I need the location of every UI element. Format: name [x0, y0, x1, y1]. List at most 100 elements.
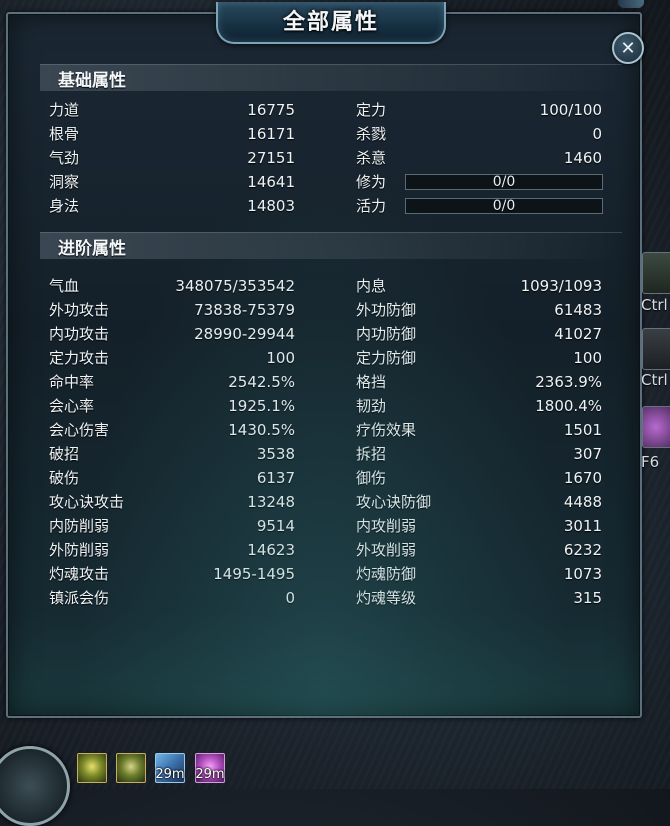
basic-attributes-title: 基础属性 — [58, 70, 126, 91]
attribute-value: 3011 — [563, 517, 602, 535]
attribute-value: 3538 — [256, 445, 295, 463]
attribute-row: 灼魂攻击 1495-1495 — [49, 562, 295, 586]
attribute-label: 韧劲 — [356, 397, 387, 415]
compass-orb[interactable] — [0, 746, 70, 826]
attribute-value: 100/100 — [539, 101, 602, 119]
attribute-value: 2363.9% — [535, 373, 602, 391]
attribute-value: 100 — [266, 349, 295, 367]
attribute-label: 内功防御 — [356, 325, 417, 343]
attribute-row: 气劲 27151 — [49, 146, 295, 170]
attribute-row: 攻心诀攻击 13248 — [49, 490, 295, 514]
attribute-label: 定力攻击 — [49, 349, 110, 367]
attribute-row: 根骨 16171 — [49, 122, 295, 146]
attribute-value: 73838-75379 — [194, 301, 295, 319]
attribute-label: 外功攻击 — [49, 301, 110, 319]
attribute-row: 力道 16775 — [49, 98, 295, 122]
attribute-label: 杀意 — [356, 149, 387, 167]
blue-scroll-buff-icon[interactable]: 29m — [155, 753, 185, 783]
attribute-label: 洞察 — [49, 173, 80, 191]
attribute-row: 疗伤效果 1501 — [356, 418, 602, 442]
attribute-label: 气血 — [49, 277, 80, 295]
attribute-value: 1430.5% — [228, 421, 295, 439]
close-button[interactable]: ✕ — [612, 32, 644, 64]
attribute-value: 1925.1% — [228, 397, 295, 415]
attribute-value: 27151 — [247, 149, 295, 167]
attribute-row: 命中率 2542.5% — [49, 370, 295, 394]
attribute-value: 14641 — [247, 173, 295, 191]
attribute-value: 2542.5% — [228, 373, 295, 391]
basic-attributes-header: 基础属性 — [40, 64, 622, 91]
attribute-label: 根骨 — [49, 125, 80, 143]
attribute-value: 307 — [573, 445, 602, 463]
attribute-label: 内攻削弱 — [356, 517, 417, 535]
attribute-label: 外功防御 — [356, 301, 417, 319]
attribute-value: 348075/353542 — [175, 277, 295, 295]
attribute-label: 修为 — [356, 173, 387, 191]
attribute-label: 攻心诀攻击 — [49, 493, 125, 511]
attribute-label: 镇派会伤 — [49, 589, 110, 607]
purple-orb-icon[interactable] — [642, 406, 670, 448]
buff-timer: 29m — [155, 767, 185, 782]
attribute-value: 315 — [573, 589, 602, 607]
attribute-value: 14803 — [247, 197, 295, 215]
attribute-row: 洞察 14641 — [49, 170, 295, 194]
purple-orb-buff-icon[interactable]: 29m — [195, 753, 225, 783]
buff-timer: 29m — [195, 767, 225, 782]
attribute-row: 会心率 1925.1% — [49, 394, 295, 418]
attribute-label: 内防削弱 — [49, 517, 110, 535]
attribute-value: 41027 — [554, 325, 602, 343]
attribute-row: 外攻削弱 6232 — [356, 538, 602, 562]
attributes-panel: 全部属性 ✕ 基础属性 力道 16775 根骨 16171 气劲 27151 洞察 14641… — [6, 2, 644, 718]
attribute-label: 会心率 — [49, 397, 95, 415]
shortcut-label: F6 — [641, 453, 660, 471]
attribute-label: 外防削弱 — [49, 541, 110, 559]
attribute-label: 定力防御 — [356, 349, 417, 367]
golden-figure-buff-icon[interactable] — [116, 753, 146, 783]
attribute-label: 疗伤效果 — [356, 421, 417, 439]
dark-figure-icon[interactable] — [642, 328, 670, 370]
progress-bar: 0/0 — [405, 198, 603, 214]
attribute-label: 内功攻击 — [49, 325, 110, 343]
top-right-ornament — [618, 0, 644, 8]
attribute-row: 拆招 307 — [356, 442, 602, 466]
attribute-label: 拆招 — [356, 445, 387, 463]
attribute-value: 1073 — [563, 565, 602, 583]
green-creature-icon[interactable] — [642, 252, 670, 294]
attribute-value: 28990-29944 — [194, 325, 295, 343]
attribute-row: 内功攻击 28990-29944 — [49, 322, 295, 346]
attribute-row: 灼魂防御 1073 — [356, 562, 602, 586]
attribute-row: 韧劲 1800.4% — [356, 394, 602, 418]
attribute-label: 命中率 — [49, 373, 95, 391]
attribute-value: 100 — [573, 349, 602, 367]
attribute-row: 灼魂等级 315 — [356, 586, 602, 610]
attribute-row: 御伤 1670 — [356, 466, 602, 490]
attribute-row: 破伤 6137 — [49, 466, 295, 490]
attribute-row: 外功防御 61483 — [356, 298, 602, 322]
golden-figure-buff-icon[interactable] — [77, 753, 107, 783]
attribute-value: 4488 — [563, 493, 602, 511]
attribute-row: 定力 100/100 — [356, 98, 602, 122]
attribute-value: 14623 — [247, 541, 295, 559]
shortcut-label: Ctrl — [641, 371, 668, 389]
advanced-attributes-title: 进阶属性 — [58, 238, 126, 259]
attribute-row: 外功攻击 73838-75379 — [49, 298, 295, 322]
attribute-label: 灼魂攻击 — [49, 565, 110, 583]
attribute-value: 9514 — [256, 517, 295, 535]
attribute-label: 定力 — [356, 101, 387, 119]
attribute-label: 活力 — [356, 197, 387, 215]
advanced-attributes-header: 进阶属性 — [40, 232, 622, 259]
attribute-bar-row: 修为 0/0 — [356, 170, 603, 194]
attribute-row: 杀戮 0 — [356, 122, 602, 146]
attribute-value: 0 — [592, 125, 602, 143]
attribute-label: 御伤 — [356, 469, 387, 487]
attribute-value: 1800.4% — [535, 397, 602, 415]
attribute-row: 内息 1093/1093 — [356, 274, 602, 298]
title-banner: 全部属性 — [216, 2, 446, 44]
attribute-row: 格挡 2363.9% — [356, 370, 602, 394]
attribute-value: 1460 — [563, 149, 602, 167]
attribute-row: 杀意 1460 — [356, 146, 602, 170]
attribute-row: 气血 348075/353542 — [49, 274, 295, 298]
attribute-row: 定力防御 100 — [356, 346, 602, 370]
attribute-value: 6232 — [563, 541, 602, 559]
attribute-label: 力道 — [49, 101, 80, 119]
